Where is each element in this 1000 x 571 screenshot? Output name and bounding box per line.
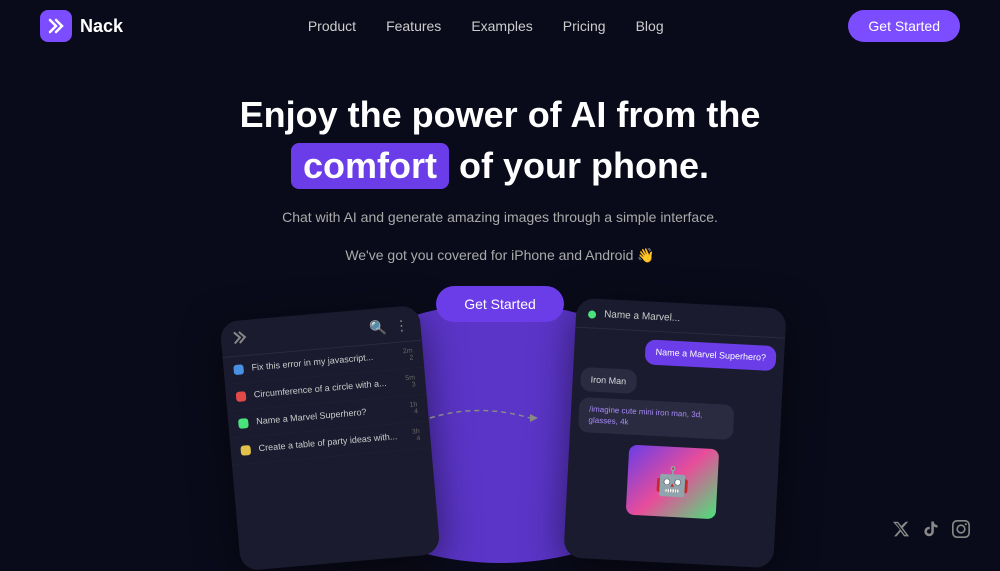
logo-text: Nack — [80, 16, 123, 37]
nav-product[interactable]: Product — [308, 18, 356, 34]
logo-icon — [40, 10, 72, 42]
nav-examples[interactable]: Examples — [471, 18, 532, 34]
chat-messages: Name a Marvel Superhero? Iron Man /imagi… — [565, 328, 785, 534]
nav-pricing[interactable]: Pricing — [563, 18, 606, 34]
hero-title-rest: of your phone. — [459, 143, 709, 190]
chat-item-meta: 5m 3 — [405, 374, 416, 389]
nav-links: Product Features Examples Pricing Blog — [308, 18, 664, 34]
message-user: Name a Marvel Superhero? — [645, 339, 777, 370]
tiktok-icon[interactable] — [922, 520, 940, 543]
chat-dot-yellow — [240, 445, 251, 456]
phone-left: 🔍 ⋮ Fix this error in my javascript... 2… — [219, 305, 440, 571]
hero-title-line1: Enjoy the power of AI from the — [20, 92, 980, 139]
chat-dot-green — [238, 418, 249, 429]
nav-cta-button[interactable]: Get Started — [848, 10, 960, 42]
chat-dot-red — [236, 391, 247, 402]
message-command: /imagine cute mini iron man, 3d, glasses… — [578, 397, 735, 439]
hero-subtitle-line2: We've got you covered for iPhone and And… — [20, 244, 980, 266]
social-icons — [892, 520, 970, 543]
ai-generated-image: 🤖 — [626, 444, 720, 519]
hero-subtitle-line1: Chat with AI and generate amazing images… — [20, 206, 980, 228]
chat-dot-blue — [233, 364, 244, 375]
navbar: Nack Product Features Examples Pricing B… — [0, 0, 1000, 52]
hero-title: Enjoy the power of AI from the comfort o… — [20, 92, 980, 190]
instagram-icon[interactable] — [952, 520, 970, 543]
logo[interactable]: Nack — [40, 10, 123, 42]
twitter-icon[interactable] — [892, 520, 910, 543]
chat-item-meta: 1h 4 — [409, 401, 418, 416]
chat-item-meta: 2m 2 — [403, 347, 414, 362]
hero-section: Enjoy the power of AI from the comfort o… — [0, 52, 1000, 342]
dashed-arrow — [420, 398, 540, 443]
chat-item-text: Fix this error in my javascript... — [251, 350, 396, 374]
nav-features[interactable]: Features — [386, 18, 441, 34]
message-ai: Iron Man — [580, 367, 637, 394]
hero-highlight: comfort — [291, 143, 449, 189]
chat-item-text: Create a table of party ideas with... — [258, 431, 405, 455]
chat-item-text: Circumference of a circle with a... — [253, 377, 398, 401]
nav-blog[interactable]: Blog — [636, 18, 664, 34]
hero-cta-button[interactable]: Get Started — [436, 286, 564, 322]
